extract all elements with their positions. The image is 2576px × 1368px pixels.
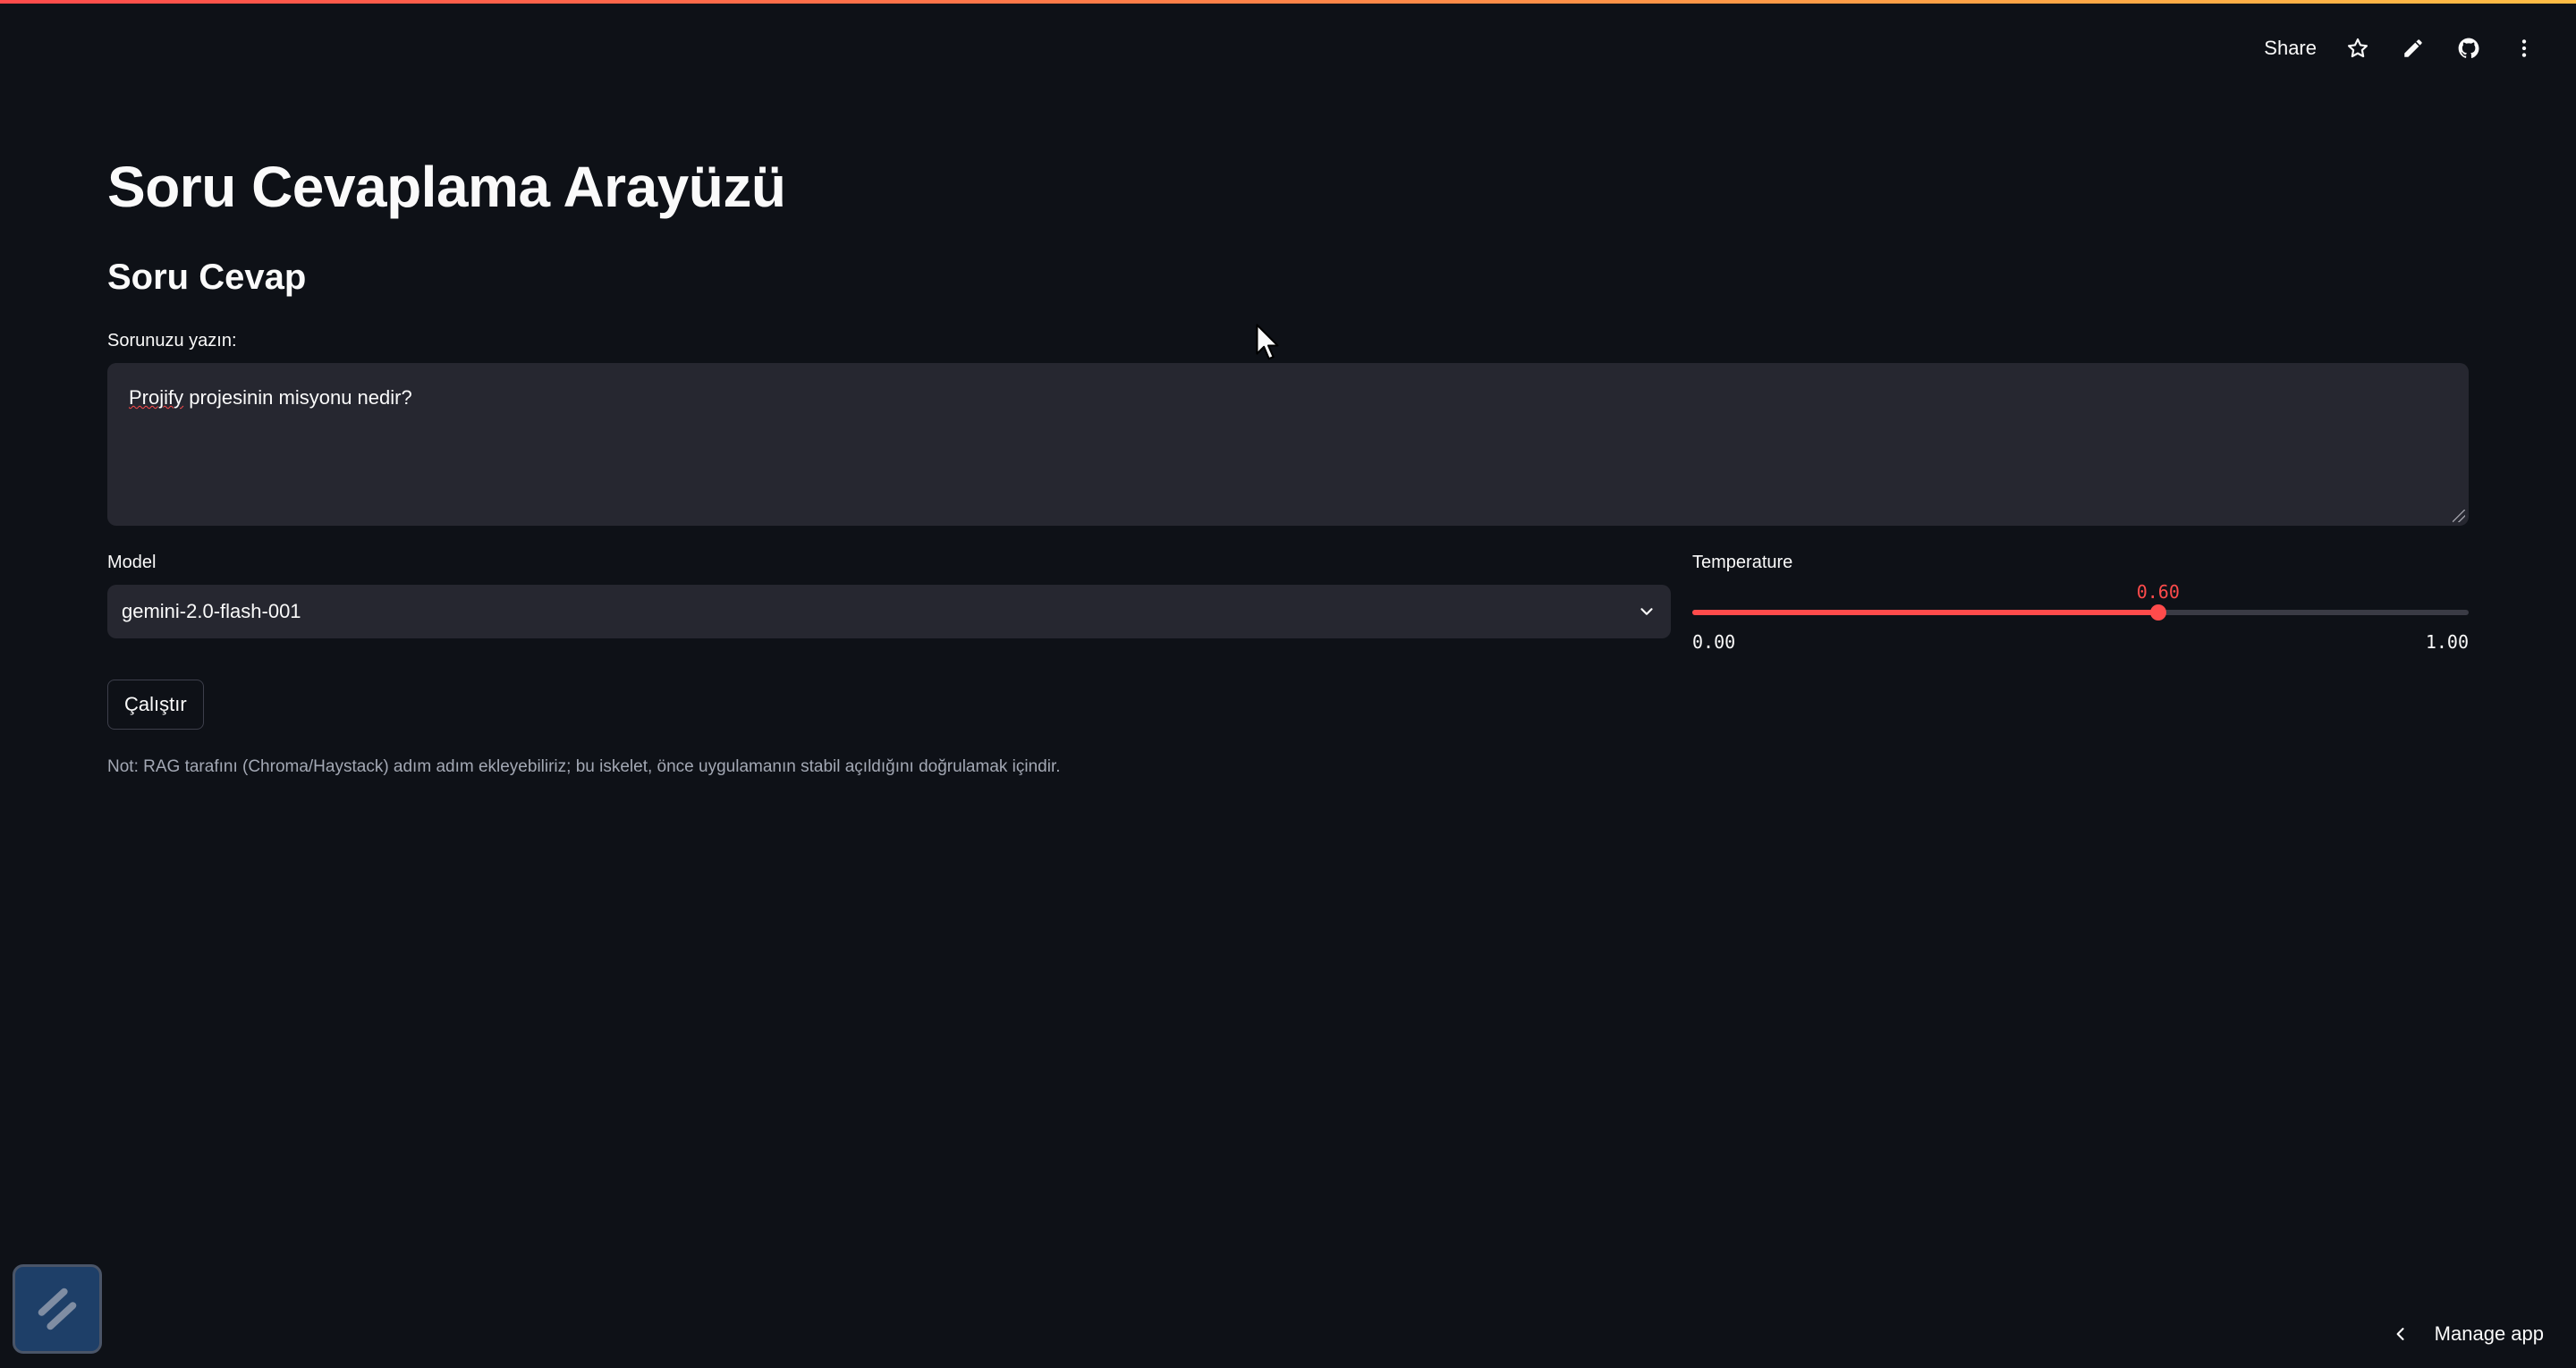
page-title: Soru Cevaplama Arayüzü — [107, 155, 786, 219]
mouse-cursor-icon — [1256, 324, 1279, 360]
share-button[interactable]: Share — [2264, 37, 2317, 60]
star-icon[interactable] — [2343, 34, 2372, 63]
note-caption: Not: RAG tarafını (Chroma/Haystack) adım… — [107, 757, 1061, 776]
temperature-slider[interactable]: 0.60 0.00 1.00 — [1692, 581, 2469, 653]
section-subheader: Soru Cevap — [107, 258, 307, 297]
question-label: Sorunuzu yazın: — [107, 331, 237, 350]
slider-current-value: 0.60 — [2136, 581, 2180, 603]
toolbar: Share — [2264, 29, 2538, 68]
model-label: Model — [107, 553, 157, 572]
streamlit-logo-icon[interactable] — [13, 1264, 102, 1354]
pencil-icon[interactable] — [2399, 34, 2428, 63]
slider-thumb[interactable] — [2149, 604, 2166, 621]
github-icon[interactable] — [2454, 34, 2483, 63]
model-selected-value: gemini-2.0-flash-001 — [122, 600, 301, 622]
slider-track[interactable] — [1692, 610, 2469, 615]
slider-min-value: 0.00 — [1692, 631, 1736, 653]
question-textarea[interactable]: Projify projesinin misyonu nedir? — [107, 363, 2469, 526]
decoration-bar — [0, 0, 2576, 4]
manage-app-label: Manage app — [2434, 1322, 2544, 1345]
slider-fill — [1692, 610, 2158, 615]
app-page: Share Soru Cevaplama Arayüzü Soru Cevap … — [0, 0, 2576, 1368]
misspelled-word: Projify — [129, 386, 184, 409]
run-button[interactable]: Çalıştır — [107, 680, 204, 730]
resize-handle[interactable] — [2453, 510, 2465, 522]
temperature-label: Temperature — [1692, 553, 1793, 572]
question-text: projesinin misyonu nedir? — [183, 386, 412, 409]
manage-app-button[interactable]: Manage app — [2392, 1316, 2544, 1352]
more-vertical-icon[interactable] — [2510, 34, 2538, 63]
model-select[interactable]: gemini-2.0-flash-001 — [107, 585, 1671, 638]
slider-max-value: 1.00 — [2425, 631, 2469, 653]
chevron-left-icon — [2396, 1328, 2404, 1340]
chevron-down-icon — [1640, 608, 1653, 615]
